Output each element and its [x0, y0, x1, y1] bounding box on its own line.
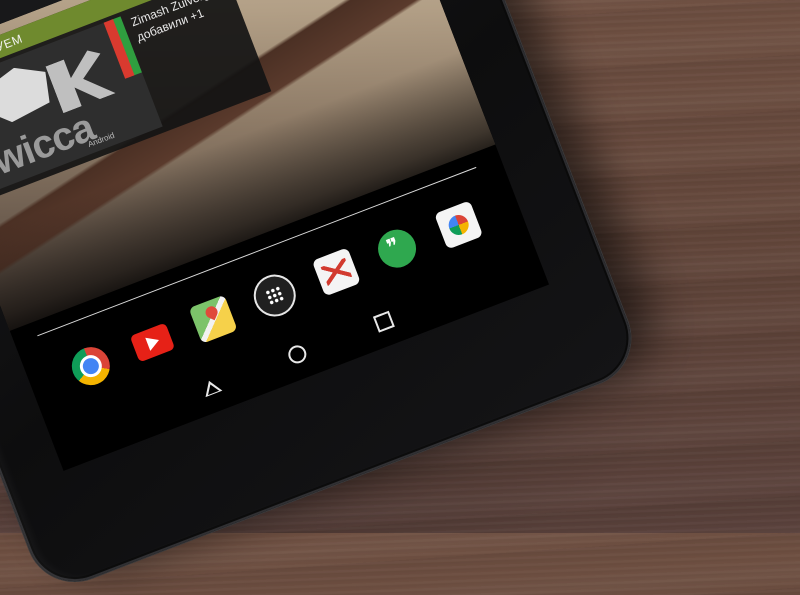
widget-caption: Zimash Zulvergo добавили +1: [129, 0, 224, 45]
app-launcher-icon[interactable]: [250, 271, 300, 321]
back-icon: [200, 377, 223, 398]
recent-apps-icon: [372, 310, 395, 333]
tablet-screen: РЕКОМЕНДУЕМ twicca Android Zimash Zulver…: [0, 0, 550, 471]
recent-apps-button[interactable]: [369, 307, 397, 335]
grid-dots-icon: [264, 285, 286, 306]
home-button[interactable]: [283, 340, 311, 368]
youtube-icon[interactable]: [129, 322, 175, 363]
gmail-icon[interactable]: [311, 247, 361, 297]
hangouts-icon[interactable]: [372, 223, 422, 274]
chrome-icon[interactable]: [66, 341, 116, 391]
home-icon: [285, 342, 309, 367]
maps-icon[interactable]: [188, 294, 238, 344]
back-button[interactable]: [197, 373, 225, 401]
photos-icon[interactable]: [434, 200, 484, 250]
origami-k-icon: [45, 46, 115, 113]
